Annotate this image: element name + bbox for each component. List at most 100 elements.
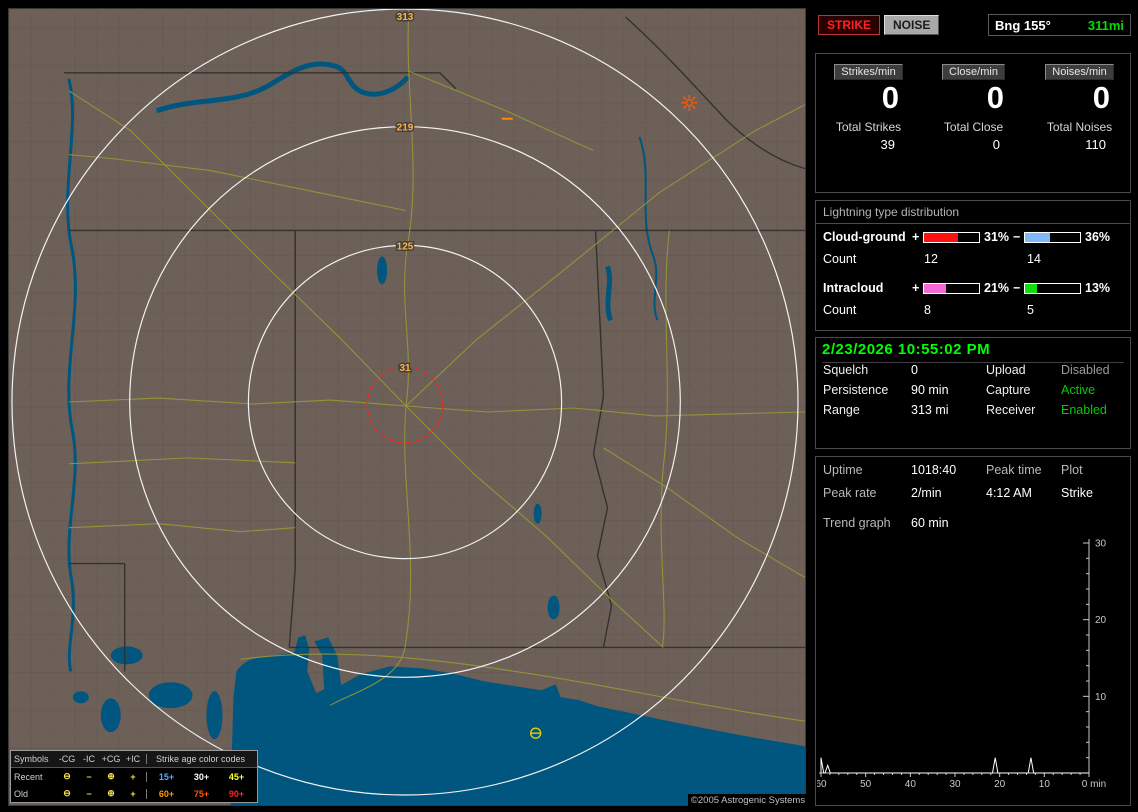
strikes-column: Strikes/min 0 Total Strikes 39 (816, 54, 921, 192)
total-strikes-value: 39 (880, 137, 895, 153)
settings-row: Squelch 0 Upload Disabled (816, 363, 1130, 383)
trend-window-value: 60 min (911, 516, 949, 530)
cg-negative-bar (1024, 232, 1081, 243)
cg-negative-pct: 36% (1085, 230, 1111, 244)
uptime-label: Uptime (823, 463, 863, 477)
total-close-value: 0 (992, 137, 1000, 153)
total-noises-value: 110 (1085, 137, 1106, 153)
legend-old-row: Old ⊖ − ⊕ + 60+ 75+ 90+ (11, 785, 257, 802)
svg-text:30: 30 (949, 779, 961, 790)
trend-graph-label: Trend graph (823, 516, 891, 530)
strikes-per-min-value: 0 (881, 80, 899, 115)
squelch-value: 0 (911, 363, 918, 377)
close-per-min-value: 0 (986, 80, 1004, 115)
bearing-label: Bng 155° (995, 17, 1051, 33)
bearing-readout: Bng 155° 311mi (988, 14, 1131, 36)
pos-cg-old-icon: ⊕ (107, 788, 115, 798)
capture-status: Active (1061, 383, 1096, 397)
range-label-125: 125 (397, 241, 414, 252)
peak-time-label: Peak time (986, 463, 1042, 477)
cloud-ground-row: Cloud-ground + 31% − 36% (816, 230, 1130, 246)
strikes-per-min-button[interactable]: Strikes/min (834, 64, 903, 80)
plus-sign: + (912, 281, 920, 295)
receiver-label: Receiver (986, 403, 1036, 417)
status-panel: 2/23/2026 10:55:02 PM Squelch 0 Upload D… (815, 337, 1131, 449)
pos-ic-recent-icon: + (130, 771, 136, 782)
persistence-label: Persistence (823, 383, 889, 397)
age-30: 30+ (193, 771, 210, 782)
peak-rate-value: 2/min (911, 486, 942, 500)
upload-label: Upload (986, 363, 1026, 377)
distribution-panel: Lightning type distribution Cloud-ground… (815, 200, 1131, 331)
peak-time-value: 4:12 AM (986, 486, 1032, 500)
copyright-text: ©2005 Astrogenic Systems (688, 794, 808, 808)
range-label: Range (823, 403, 860, 417)
svg-text:50: 50 (860, 779, 872, 790)
stats-panel: Uptime 1018:40 Peak time Plot Peak rate … (815, 456, 1131, 806)
age-45: 45+ (228, 771, 245, 782)
svg-text:30: 30 (1095, 539, 1107, 550)
intracloud-count-row: Count 8 5 (823, 303, 1034, 317)
neg-ic-recent-icon: − (86, 771, 92, 782)
capture-label: Capture (986, 383, 1031, 397)
noises-per-min-value: 0 (1092, 80, 1110, 115)
datetime-display: 2/23/2026 10:55:02 PM (822, 341, 1124, 363)
age-75: 75+ (193, 788, 210, 799)
upload-status: Disabled (1061, 363, 1110, 377)
ic-positive-bar (923, 283, 980, 294)
legend-header-row: Symbols -CG -IC +CG +IC Strike age color… (11, 751, 257, 768)
svg-text:0 min: 0 min (1082, 779, 1106, 790)
ic-negative-count: 5 (1027, 303, 1034, 317)
minus-sign: − (1013, 281, 1021, 295)
ic-positive-count: 8 (924, 303, 931, 317)
svg-text:10: 10 (1095, 692, 1107, 703)
lightning-map[interactable]: 313 219 125 31 (8, 8, 806, 806)
trend-graph: 10 20 30 0 min 10 20 30 40 50 60 (817, 539, 1107, 791)
plot-label: Plot (1061, 463, 1083, 477)
pos-cg-recent-icon: ⊕ (107, 771, 115, 781)
intracloud-label: Intracloud (823, 281, 884, 295)
noises-per-min-button[interactable]: Noises/min (1045, 64, 1114, 80)
noise-toggle-button[interactable]: NOISE (884, 15, 940, 35)
bearing-distance: 311mi (1087, 17, 1124, 33)
strike-toggle-button[interactable]: STRIKE (818, 15, 881, 35)
ic-negative-pct: 13% (1085, 281, 1111, 295)
legend-col-pos-cg: +CG (101, 754, 121, 764)
svg-text:10: 10 (1039, 779, 1051, 790)
total-noises-label: Total Noises (1046, 120, 1113, 135)
intracloud-row: Intracloud + 21% − 13% (816, 281, 1130, 297)
peak-rate-label: Peak rate (823, 486, 877, 500)
minus-sign: − (1013, 230, 1021, 244)
cg-negative-count: 14 (1027, 252, 1041, 266)
app-window: 313 219 125 31 Symbols -CG -IC +CG +IC S… (0, 0, 1138, 812)
svg-text:40: 40 (905, 779, 917, 790)
neg-ic-old-icon: − (86, 788, 92, 799)
total-strikes-label: Total Strikes (835, 120, 902, 135)
cloud-ground-label: Cloud-ground (823, 230, 906, 244)
pos-ic-old-icon: + (130, 788, 136, 799)
settings-row: Persistence 90 min Capture Active (816, 383, 1130, 403)
cg-positive-pct: 31% (984, 230, 1010, 244)
ic-negative-bar (1024, 283, 1081, 294)
trend-row: Trend graph 60 min (816, 516, 1130, 536)
neg-cg-old-icon: ⊖ (63, 788, 71, 798)
range-label-31: 31 (399, 363, 411, 374)
legend-age-header: Strike age color codes (146, 754, 254, 764)
distribution-header: Lightning type distribution (816, 205, 1130, 224)
map-legend: Symbols -CG -IC +CG +IC Strike age color… (10, 750, 258, 803)
legend-col-neg-cg: -CG (58, 754, 76, 764)
cloud-ground-count-row: Count 12 14 (823, 252, 1041, 266)
stats-row: Uptime 1018:40 Peak time Plot (816, 463, 1130, 486)
legend-recent-row: Recent ⊖ − ⊕ + 15+ 30+ 45+ (11, 768, 257, 785)
cg-positive-count: 12 (924, 252, 938, 266)
settings-row: Range 313 mi Receiver Enabled (816, 403, 1130, 423)
ic-positive-pct: 21% (984, 281, 1010, 295)
range-value: 313 mi (911, 403, 949, 417)
svg-text:20: 20 (994, 779, 1006, 790)
legend-col-pos-ic: +IC (125, 754, 141, 764)
legend-symbols-header: Symbols (14, 754, 49, 764)
cg-positive-bar (923, 232, 980, 243)
close-per-min-button[interactable]: Close/min (942, 64, 1005, 80)
age-15: 15+ (158, 771, 175, 782)
uptime-value: 1018:40 (911, 463, 957, 477)
